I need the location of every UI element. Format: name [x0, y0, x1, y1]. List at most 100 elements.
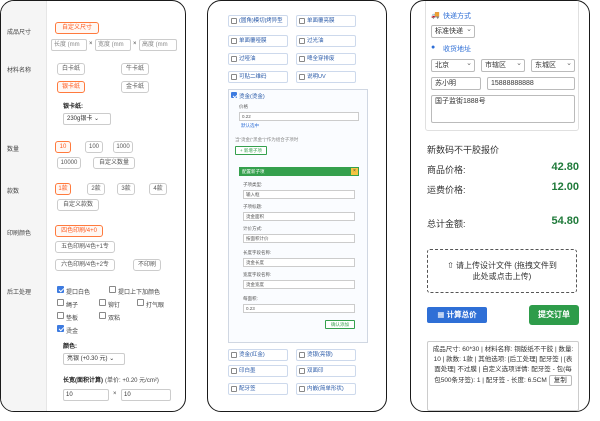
style-2[interactable]: 2款: [87, 183, 105, 195]
phone-frame-checkout: 🚚 快递方式 标准快递 ● 收货地址 北京 市辖区 东城区 苏小明 158888…: [410, 0, 590, 412]
option-matte-film[interactable]: 单面覆哑膜: [228, 35, 288, 47]
option-matte-oil[interactable]: 过哑油: [228, 53, 288, 65]
area-price-input[interactable]: 0.23: [243, 304, 355, 313]
print-four-color[interactable]: 四色印刷/4+0: [55, 225, 103, 237]
calc-mode-label: 计价方式:: [243, 226, 263, 231]
checkbox-icon[interactable]: [299, 56, 305, 62]
shipping-price-value: 12.00: [551, 181, 579, 193]
checkbox-icon[interactable]: [299, 368, 305, 374]
height-input[interactable]: 高度 (mm: [139, 39, 177, 51]
material-kraft[interactable]: 牛卡纸: [121, 63, 149, 75]
recipient-name-input[interactable]: 苏小明: [431, 77, 481, 90]
checkbox-icon[interactable]: [299, 38, 305, 44]
calc-mode-select[interactable]: 按面积计价: [243, 234, 355, 243]
material-silver-card[interactable]: 银卡纸: [57, 81, 85, 93]
checkbox-icon[interactable]: [231, 386, 237, 392]
length-field-input[interactable]: 烫金长度: [243, 258, 355, 267]
upload-line-2: 此处或点击上传): [472, 272, 532, 281]
checkbox-icon[interactable]: [57, 312, 64, 319]
checkbox-icon[interactable]: [231, 18, 237, 24]
checkbox-icon[interactable]: [231, 92, 237, 98]
calculate-total-button[interactable]: ▦ 计算总价: [427, 307, 487, 323]
goods-price-label: 商品价格:: [427, 165, 466, 175]
print-none[interactable]: 不印刷: [133, 259, 161, 271]
option-bright-silver[interactable]: 烫银(亮银): [296, 349, 356, 361]
checkbox-icon[interactable]: [99, 312, 106, 319]
style-3[interactable]: 3款: [117, 183, 135, 195]
checkbox-icon[interactable]: [137, 299, 144, 306]
style-4[interactable]: 4款: [149, 183, 167, 195]
option-white-ink[interactable]: 印白墨: [228, 365, 288, 377]
province-select[interactable]: 北京: [431, 58, 475, 72]
option-uv[interactable]: 说明UV: [296, 71, 356, 83]
color-label: 颜色:: [63, 344, 77, 350]
option-board: 垫板: [66, 316, 79, 322]
truck-icon: 🚚: [431, 12, 440, 19]
unit-price-input[interactable]: 0.22: [239, 112, 359, 121]
material-white-card[interactable]: 白卡纸: [57, 63, 85, 75]
option-full-cut[interactable]: 啤全穿排废: [296, 53, 356, 65]
silver-card-select[interactable]: 230g银卡 ⌄: [63, 113, 111, 125]
option-die-cut[interactable]: (圆角)模切|烤异型: [228, 15, 288, 27]
add-child-button[interactable]: + 新增子项: [235, 146, 267, 155]
custom-styles-button[interactable]: 自定义款数: [57, 199, 99, 211]
total-price-value: 54.80: [551, 215, 579, 227]
checkbox-icon[interactable]: [231, 38, 237, 44]
qty-10[interactable]: 10: [55, 141, 71, 153]
option-double-print[interactable]: 双面印: [296, 365, 356, 377]
option-inlay[interactable]: 内嵌(简单形状): [296, 383, 356, 395]
checkbox-icon[interactable]: [299, 352, 305, 358]
checkbox-icon[interactable]: [299, 18, 305, 24]
close-icon[interactable]: ×: [351, 168, 358, 175]
color-select[interactable]: 亮银 (+0.30 元) ⌄: [63, 353, 125, 365]
width-input[interactable]: 宽度 (mm: [95, 39, 131, 51]
option-gloss-oil[interactable]: 过光油: [296, 35, 356, 47]
custom-quantity-button[interactable]: 自定义数量: [93, 157, 135, 169]
district-select[interactable]: 东城区: [531, 58, 575, 72]
qty-1000[interactable]: 1000: [113, 141, 133, 153]
checkbox-icon[interactable]: [299, 74, 305, 80]
checkbox-icon[interactable]: [231, 56, 237, 62]
style-1[interactable]: 1款: [55, 183, 71, 195]
qty-100[interactable]: 100: [85, 141, 103, 153]
copy-button[interactable]: 复制: [548, 375, 572, 386]
width-field-input[interactable]: 烫金宽度: [243, 280, 355, 289]
stamp-width-input[interactable]: 10: [121, 389, 171, 401]
material-gold-card[interactable]: 金卡纸: [121, 81, 149, 93]
combination-hint: 当“烫金("黑金")”作为组合子项时: [235, 137, 299, 142]
option-qr-code[interactable]: 可贴二维码: [228, 71, 288, 83]
length-input[interactable]: 长度 (mm: [51, 39, 87, 51]
option-toothpick[interactable]: 配牙签: [228, 383, 288, 395]
qty-10000[interactable]: 10000: [57, 157, 81, 169]
checkbox-icon[interactable]: [231, 74, 237, 80]
stamp-length-input[interactable]: 10: [63, 389, 109, 401]
times-sign: ×: [133, 41, 137, 47]
checkbox-icon[interactable]: [299, 386, 305, 392]
express-select[interactable]: 标准快递: [431, 24, 475, 38]
submit-order-button[interactable]: 提交订单: [529, 305, 579, 325]
checkbox-icon[interactable]: [231, 368, 237, 374]
custom-size-button[interactable]: 自定义尺寸: [55, 22, 99, 34]
print-five-color[interactable]: 五色印刷/4色+1专: [55, 241, 115, 253]
default-selected-note: 默认选中: [241, 123, 259, 128]
child-name-input[interactable]: 烫金面积: [243, 212, 355, 221]
option-gloss-film[interactable]: 单面覆亮膜: [296, 15, 356, 27]
address-input[interactable]: 国子监街1888号: [431, 95, 575, 123]
checkbox-icon[interactable]: [231, 352, 237, 358]
checkbox-icon[interactable]: [109, 286, 116, 293]
recipient-phone-input[interactable]: 15888888888: [487, 77, 575, 90]
child-type-label: 子项类型:: [243, 182, 263, 187]
checkbox-icon[interactable]: [99, 299, 106, 306]
child-type-select[interactable]: 输入框: [243, 190, 355, 199]
design-file-upload[interactable]: ⇧ 请上传设计文件 (拖拽文件到 此处或点击上传): [427, 249, 577, 293]
print-six-color[interactable]: 六色印刷/4色+2专: [55, 259, 115, 271]
option-red-gold[interactable]: 烫金(红金): [228, 349, 288, 361]
confirm-add-button[interactable]: 确认添加: [325, 320, 355, 329]
city-select[interactable]: 市辖区: [481, 58, 525, 72]
label-column: [1, 1, 47, 411]
location-pin-icon: ●: [431, 44, 436, 51]
option-rivet: 铆钉: [108, 303, 121, 309]
checkbox-icon[interactable]: [57, 299, 64, 306]
checkbox-icon[interactable]: [57, 286, 64, 293]
checkbox-icon[interactable]: [57, 325, 64, 332]
